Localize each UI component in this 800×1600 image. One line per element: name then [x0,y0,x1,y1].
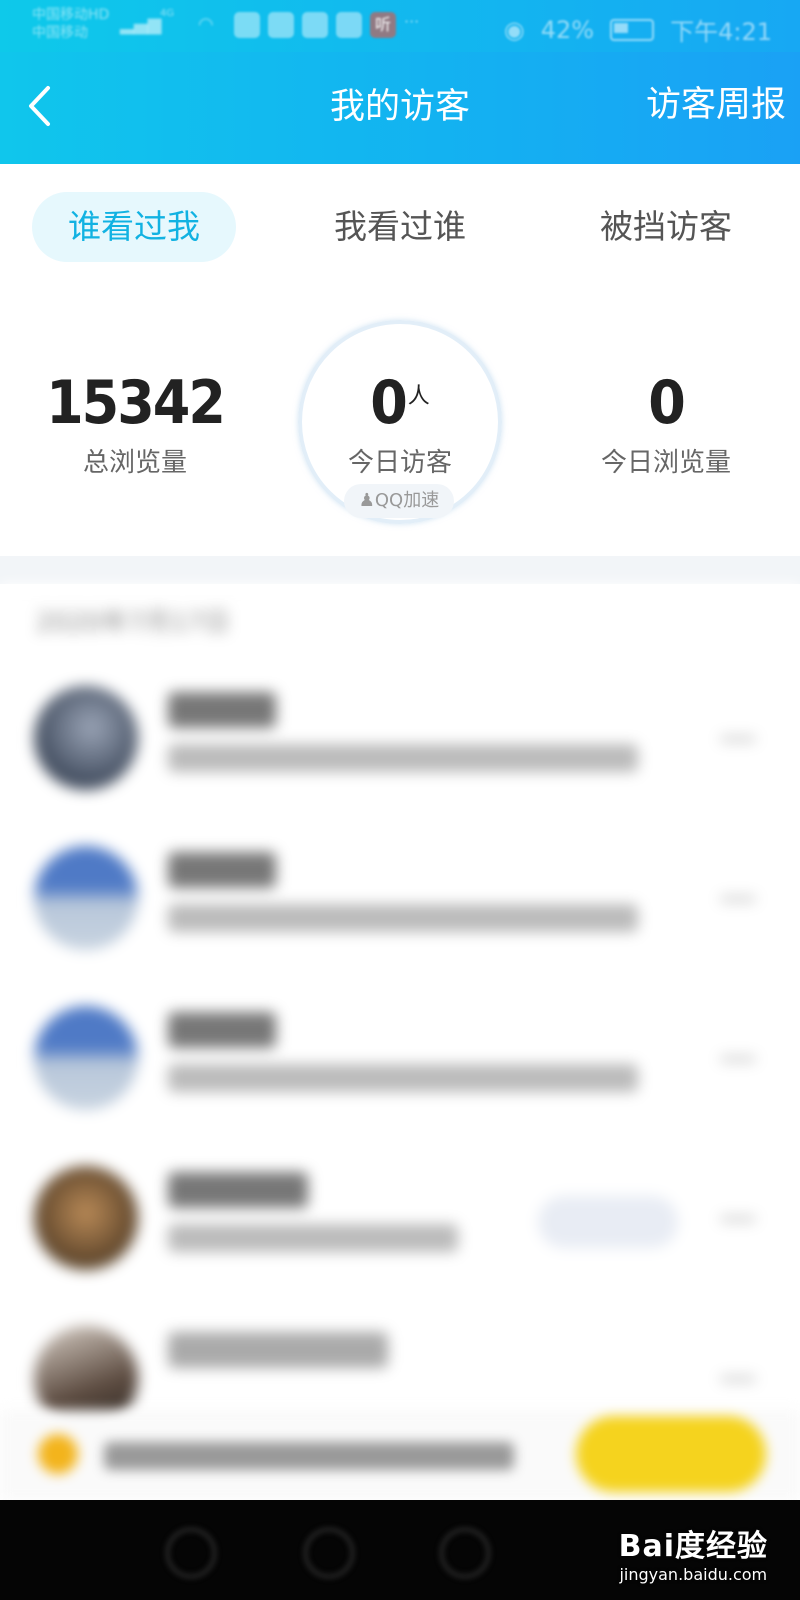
more-icon[interactable] [720,1216,756,1222]
avatar [34,1006,138,1110]
battery-icon [610,18,655,41]
visit-date-header: 2020年7月17日 [36,608,230,638]
eye-icon: ◉ [503,15,525,44]
visitor-name-blurred [168,692,276,728]
promo-text-blurred [104,1442,514,1470]
listen-app-icon: 听 [370,12,396,38]
qq-penguin-icon: ♟ [358,490,375,511]
visitor-name-blurred [168,1172,308,1208]
visitor-row[interactable] [0,664,800,824]
heart-icon [38,1434,78,1474]
today-views-value: 0 [648,368,686,438]
today-visitors-stat[interactable]: 0 人 今日访客 [300,368,500,479]
qq-boost-badge[interactable]: ♟QQ加速 [344,484,454,518]
visitor-detail-blurred [168,1224,458,1252]
visitor-weekly-report-link[interactable]: 访客周报 [646,80,786,130]
visitor-name-blurred [168,1332,388,1368]
visitor-row[interactable] [0,1144,800,1304]
action-pill-blurred[interactable] [538,1196,678,1248]
notification-icons: 听 ··· [234,12,430,38]
network-type: 4G [160,8,175,19]
nav-home-icon[interactable] [304,1528,354,1578]
visitor-detail-blurred [168,904,638,932]
clock: 下午4:21 [670,18,772,46]
signal-icon: ▂▄▆ [120,14,162,35]
more-notifications: ··· [404,12,420,31]
today-views-stat: 0 今日浏览量 [566,368,766,479]
section-divider [0,556,800,584]
status-right: ◉ 42% 下午4:21 [504,12,772,47]
today-views-label: 今日浏览量 [600,448,731,478]
today-visitors-unit: 人 [407,384,430,409]
more-icon[interactable] [720,736,756,742]
more-icon[interactable] [720,896,756,902]
baidu-jingyan-watermark: Bai度经验 jingyan.baidu.com [618,1529,768,1584]
avatar [34,686,138,790]
wifi-icon: ◠ [198,14,214,35]
visitor-stats: 15342 总浏览量 0 人 今日访客 ♟QQ加速 0 今日浏览量 [0,284,800,556]
tab-who-viewed-me[interactable]: 谁看过我 [32,192,236,262]
promo-cta-button[interactable] [576,1416,766,1492]
visitor-row[interactable] [0,984,800,1144]
avatar [34,846,138,950]
browser-app-icon [336,12,362,38]
video-app-icon [234,12,260,38]
system-nav-bar: Bai度经验 jingyan.baidu.com [0,1500,800,1600]
carrier-info: 中国移动HD 中国移动 [32,7,110,41]
tab-blocked-visitors[interactable]: 被挡访客 [566,192,766,262]
status-bar: 中国移动HD 中国移动 ▂▄▆ 4G ◠ 听 ··· ◉ 42% 下午4:21 [0,0,800,52]
today-visitors-value: 0 [370,368,408,438]
visitor-detail-blurred [168,1064,638,1092]
map-pin-app-icon [302,12,328,38]
visitor-name-blurred [168,1012,276,1048]
today-visitors-label: 今日访客 [347,448,452,478]
nav-recents-icon[interactable] [440,1528,490,1578]
battery-percent: 42% [540,15,595,44]
tab-bar: 谁看过我 我看过谁 被挡访客 [0,164,800,284]
avatar [34,1166,138,1270]
visitor-detail-blurred [168,744,638,772]
visitor-name-blurred [168,852,276,888]
more-icon[interactable] [720,1056,756,1062]
total-views-stat: 15342 总浏览量 [40,368,230,479]
total-views-value: 15342 [46,368,226,438]
more-icon[interactable] [720,1376,756,1382]
visitor-row[interactable] [0,824,800,984]
app-header: 我的访客 访客周报 [0,52,800,164]
baidu-app-icon [268,12,294,38]
tab-who-i-viewed[interactable]: 我看过谁 [300,192,500,262]
total-views-label: 总浏览量 [82,448,187,478]
nav-back-icon[interactable] [166,1528,216,1578]
promo-banner [0,1410,800,1500]
